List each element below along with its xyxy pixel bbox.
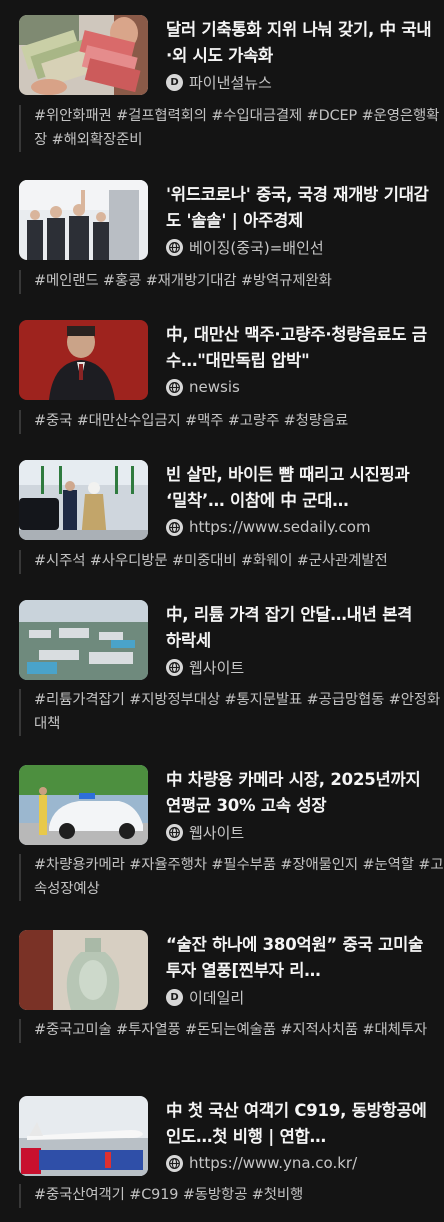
article-thumbnail[interactable] <box>19 15 148 95</box>
article-source: D 파이낸셜뉴스 <box>166 71 272 93</box>
article-card[interactable]: 中, 대만산 맥주·고량주·청량음료도 금수…"대만독립 압박" newsis … <box>0 320 444 440</box>
article-title[interactable]: 빈 살만, 바이든 뺨 때리고 시진핑과 ‘밀착’… 이참에 中 군대… <box>166 462 432 514</box>
article-tags: #위안화패권 #걸프협력회의 #수입대금결제 #DCEP #운영은행확장 #해외… <box>19 105 444 152</box>
article-thumbnail[interactable] <box>19 600 148 680</box>
article-tags: #메인랜드 #홍콩 #재개방기대감 #방역규제완화 <box>19 270 444 294</box>
globe-icon <box>166 1154 183 1172</box>
article-title[interactable]: “술잔 하나에 380억원” 중국 고미술 투자 열풍[찐부자 리… <box>166 932 432 984</box>
article-tags: #차량용카메라 #자율주행차 #필수부품 #장애물인지 #눈역할 #고속성장예상 <box>19 854 444 901</box>
globe-icon <box>166 238 183 256</box>
article-tags: #시주석 #사우디방문 #미중대비 #화웨이 #군사관계발전 <box>19 550 444 574</box>
source-label: 웹사이트 <box>189 823 245 842</box>
article-tags: #중국산여객기 #C919 #동방항공 #첫비행 <box>19 1184 444 1208</box>
article-card[interactable]: '위드코로나' 중국, 국경 재개방 기대감도 '솔솔' | 아주경제 베이징(… <box>0 180 444 300</box>
article-source: 베이징(중국)=배인선 <box>166 236 324 258</box>
publisher-d-icon: D <box>166 988 183 1006</box>
article-title[interactable]: 中, 리튬 가격 잡기 안달…내년 본격 하락세 <box>166 602 432 654</box>
source-label: 이데일리 <box>189 988 245 1007</box>
article-card[interactable]: 빈 살만, 바이든 뺨 때리고 시진핑과 ‘밀착’… 이참에 中 군대… htt… <box>0 460 444 580</box>
article-card[interactable]: 달러 기축통화 지위 나눠 갖기, 中 국내·외 시도 가속화 D 파이낸셜뉴스… <box>0 15 444 155</box>
article-source: 웹사이트 <box>166 821 244 843</box>
globe-icon <box>166 658 183 676</box>
article-thumbnail[interactable] <box>19 1096 148 1176</box>
article-source: https://www.yna.co.kr/ <box>166 1152 357 1174</box>
article-thumbnail[interactable] <box>19 930 148 1010</box>
source-label: https://www.sedaily.com <box>189 518 371 536</box>
globe-icon <box>166 378 183 396</box>
article-title[interactable]: 中, 대만산 맥주·고량주·청량음료도 금수…"대만독립 압박" <box>166 322 432 374</box>
publisher-d-icon: D <box>166 73 183 91</box>
source-label: newsis <box>189 378 240 396</box>
article-source: https://www.sedaily.com <box>166 516 371 538</box>
article-source: newsis <box>166 376 240 398</box>
article-source: D 이데일리 <box>166 986 244 1008</box>
article-card[interactable]: 中 차량용 카메라 시장, 2025년까지 연평균 30% 고속 성장 웹사이트… <box>0 765 444 910</box>
news-feed: 달러 기축통화 지위 나눠 갖기, 中 국내·외 시도 가속화 D 파이낸셜뉴스… <box>0 0 444 1222</box>
article-card[interactable]: 中, 리튬 가격 잡기 안달…내년 본격 하락세 웹사이트 #리튬가격잡기 #지… <box>0 600 444 745</box>
globe-icon <box>166 823 183 841</box>
source-label: https://www.yna.co.kr/ <box>189 1154 358 1172</box>
article-thumbnail[interactable] <box>19 765 148 845</box>
article-thumbnail[interactable] <box>19 320 148 400</box>
article-title[interactable]: '위드코로나' 중국, 국경 재개방 기대감도 '솔솔' | 아주경제 <box>166 182 432 234</box>
article-thumbnail[interactable] <box>19 460 148 540</box>
article-title[interactable]: 中 차량용 카메라 시장, 2025년까지 연평균 30% 고속 성장 <box>166 767 432 819</box>
article-title[interactable]: 달러 기축통화 지위 나눠 갖기, 中 국내·외 시도 가속화 <box>166 17 432 69</box>
article-card[interactable]: 中 첫 국산 여객기 C919, 동방항공에 인도…첫 비행 | 연합… htt… <box>0 1096 444 1216</box>
source-label: 웹사이트 <box>189 658 245 677</box>
source-label: 베이징(중국)=배인선 <box>189 238 324 257</box>
article-tags: #리튬가격잡기 #지방정부대상 #통지문발표 #공급망협동 #안정화대책 <box>19 689 444 736</box>
source-label: 파이낸셜뉴스 <box>189 73 272 92</box>
article-tags: #중국 #대만산수입금지 #맥주 #고량주 #청량음료 <box>19 410 444 434</box>
article-tags: #중국고미술 #투자열풍 #돈되는예술품 #지적사치품 #대체투자 <box>19 1019 444 1043</box>
article-title[interactable]: 中 첫 국산 여객기 C919, 동방항공에 인도…첫 비행 | 연합… <box>166 1098 432 1150</box>
article-thumbnail[interactable] <box>19 180 148 260</box>
globe-icon <box>166 518 183 536</box>
article-source: 웹사이트 <box>166 656 244 678</box>
article-card[interactable]: “술잔 하나에 380억원” 중국 고미술 투자 열풍[찐부자 리… D 이데일… <box>0 930 444 1075</box>
